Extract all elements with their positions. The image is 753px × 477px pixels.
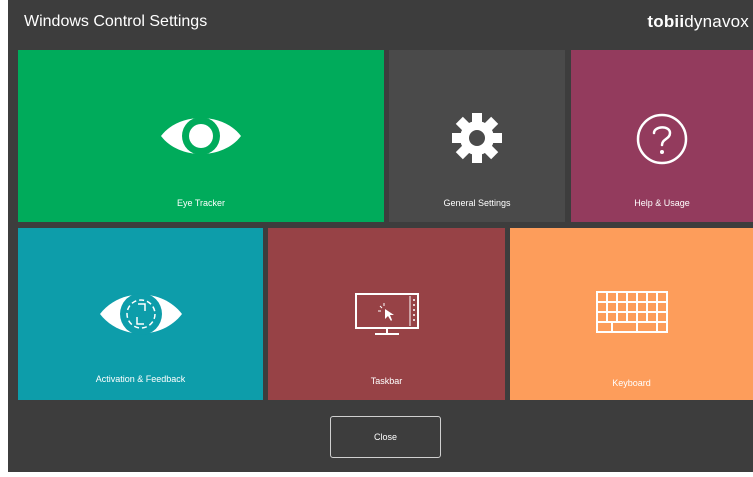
keyboard-icon (595, 291, 668, 333)
brand-logo: tobiidynavox (647, 12, 749, 31)
tile-label: Taskbar (370, 376, 403, 386)
close-button[interactable]: Close (330, 416, 441, 458)
tile-label: Help & Usage (634, 198, 690, 208)
tile-eye-tracker[interactable]: Eye Tracker (18, 50, 384, 222)
tile-help-usage[interactable]: Help & Usage (571, 50, 753, 222)
eye-activation-icon (99, 293, 182, 335)
gear-icon (452, 113, 502, 163)
tile-label: Keyboard (612, 378, 651, 388)
tile-keyboard[interactable]: Keyboard (510, 228, 753, 400)
question-mark-icon (636, 113, 688, 165)
tile-activation-feedback[interactable]: Activation & Feedback (18, 228, 263, 400)
settings-window: Windows Control Settings tobiidynavox Ey… (8, 0, 753, 472)
tile-label: General Settings (443, 198, 511, 208)
tile-general-settings[interactable]: General Settings (389, 50, 565, 222)
tile-label: Activation & Feedback (95, 374, 186, 384)
tile-taskbar[interactable]: Taskbar (268, 228, 505, 400)
window-title: Windows Control Settings (24, 13, 208, 30)
tile-label: Eye Tracker (176, 198, 225, 208)
taskbar-monitor-icon (354, 293, 419, 335)
eye-icon (161, 117, 241, 155)
